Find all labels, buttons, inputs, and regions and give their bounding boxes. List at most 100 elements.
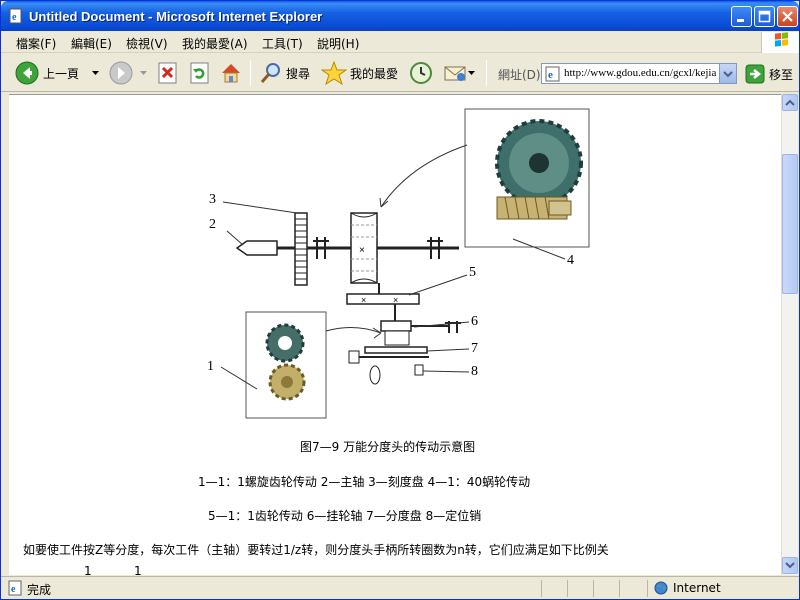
back-label: 上一頁 — [43, 66, 80, 81]
menu-tools[interactable]: 工具(T) — [262, 35, 303, 52]
menu-view[interactable]: 檢視(V) — [126, 35, 168, 52]
worm-wheel-image — [495, 119, 583, 220]
search-button[interactable]: 搜尋 — [259, 59, 310, 87]
fraction-numerator-2: 1 — [134, 564, 142, 575]
page-done-icon: e — [8, 580, 22, 596]
mail-icon — [444, 66, 466, 81]
chevron-down-icon — [723, 71, 733, 78]
part-label-7: 7 — [471, 341, 478, 356]
close-button[interactable] — [777, 6, 798, 27]
menu-edit[interactable]: 編輯(E) — [71, 35, 112, 52]
svg-text:×: × — [393, 295, 398, 305]
locating-pin — [414, 364, 424, 376]
favorites-label: 我的最愛 — [350, 66, 399, 81]
search-icon — [260, 63, 280, 83]
body-paragraph: 如要使工件按Z等分度，每次工件（主轴）要转过1/z转，则分度头手柄所转圈数为n转… — [23, 543, 609, 557]
part-label-1: 1 — [207, 359, 214, 374]
scroll-down-button[interactable] — [782, 557, 798, 574]
vertical-scrollbar[interactable] — [781, 94, 798, 575]
forward-button[interactable] — [109, 59, 151, 87]
go-button[interactable]: 移至 — [745, 63, 793, 85]
fraction-numerator-1: 1 — [84, 564, 92, 575]
refresh-button[interactable] — [189, 59, 211, 87]
maximize-icon — [758, 10, 771, 23]
star-icon — [321, 61, 347, 85]
status-divider — [541, 580, 542, 597]
status-bar: e 完成 Internet — [1, 576, 799, 599]
home-button[interactable] — [219, 59, 243, 87]
address-label: 網址(D) — [498, 68, 541, 82]
refresh-icon — [190, 62, 209, 84]
back-button[interactable]: 上一頁 — [15, 59, 103, 87]
history-button[interactable] — [409, 59, 433, 87]
part-label-8: 8 — [471, 364, 478, 379]
transmission-diagram: × × × — [220, 108, 590, 419]
minimize-button[interactable] — [731, 6, 752, 27]
maximize-button[interactable] — [754, 6, 775, 27]
toolbar-separator — [486, 60, 487, 86]
title-bar[interactable]: e Untitled Document - Microsoft Internet… — [1, 1, 799, 31]
svg-text:e: e — [548, 69, 553, 81]
window-title: Untitled Document - Microsoft Internet E… — [29, 9, 323, 24]
stop-icon — [158, 62, 177, 84]
pointer-arrow — [325, 327, 382, 334]
address-dropdown-button[interactable] — [719, 64, 736, 83]
favorites-button[interactable]: 我的最愛 — [321, 59, 398, 87]
part-label-5: 5 — [469, 265, 476, 280]
menu-bar: 檔案(F) 編輯(E) 檢視(V) 我的最愛(A) 工具(T) 說明(H) — [1, 31, 799, 53]
security-zone: Internet — [673, 581, 721, 595]
part-label-6: 6 — [471, 314, 478, 329]
dropdown-arrow-icon[interactable] — [137, 68, 151, 78]
spindle-nose — [235, 240, 278, 256]
ie-page-icon: e — [545, 66, 560, 82]
crank-handle — [369, 365, 381, 385]
svg-text:×: × — [361, 295, 366, 305]
status-divider — [593, 580, 594, 597]
part-label-3: 3 — [209, 192, 216, 207]
menu-file[interactable]: 檔案(F) — [16, 35, 56, 52]
scroll-thumb[interactable] — [782, 154, 798, 294]
ie-page-icon: e — [9, 8, 22, 24]
back-arrow-icon — [15, 61, 39, 85]
windows-flag-icon — [775, 32, 788, 47]
browser-window: e Untitled Document - Microsoft Internet… — [0, 0, 800, 600]
figure-caption: 图7—9 万能分度头的传动示意图 — [300, 440, 476, 454]
svg-text:×: × — [359, 245, 365, 256]
chevron-up-icon — [785, 99, 795, 106]
forward-arrow-icon — [109, 61, 133, 85]
part-label-2: 2 — [209, 217, 216, 232]
toolbar-separator — [250, 60, 251, 86]
close-icon — [782, 11, 793, 22]
go-arrow-icon — [745, 64, 765, 84]
go-label: 移至 — [769, 67, 794, 82]
standard-toolbar: 上一頁 搜尋 我的最愛 網址(D) e http://www.gdou.edu.… — [1, 54, 799, 92]
stop-button[interactable] — [157, 59, 179, 87]
svg-text:e: e — [12, 12, 17, 23]
menu-help[interactable]: 說明(H) — [317, 35, 359, 52]
svg-text:e: e — [11, 584, 16, 595]
internet-globe-icon — [654, 581, 668, 595]
chevron-down-icon — [785, 562, 795, 569]
status-text: 完成 — [27, 583, 52, 597]
menu-favorites[interactable]: 我的最愛(A) — [182, 35, 248, 52]
bevel-gear-pair — [346, 293, 420, 305]
address-bar[interactable]: e http://www.gdou.edu.cn/gcxl/kejia — [541, 63, 737, 84]
status-divider — [567, 580, 568, 597]
figure-legend-line-1: 1—1：1螺旋齿轮传动 2—主轴 3—刻度盘 4—1：40蜗轮传动 — [198, 475, 531, 489]
mail-button[interactable] — [443, 59, 477, 87]
index-plate — [364, 346, 428, 354]
scroll-up-button[interactable] — [782, 94, 798, 111]
page-content: × × × 3 2 4 5 6 7 8 1 图7—9 万能分度头的传动示意图 1… — [9, 94, 781, 575]
address-input[interactable]: http://www.gdou.edu.cn/gcxl/kejia — [564, 67, 716, 79]
part-label-4: 4 — [567, 253, 574, 268]
pointer-arrow — [380, 144, 468, 208]
status-divider — [647, 580, 648, 597]
dropdown-arrow-icon[interactable] — [89, 68, 103, 78]
dropdown-arrow-icon[interactable] — [467, 68, 477, 78]
history-icon — [410, 62, 432, 84]
search-label: 搜尋 — [286, 66, 311, 81]
status-divider — [619, 580, 620, 597]
figure-legend-line-2: 5—1：1齿轮传动 6—挂轮轴 7—分度盘 8—定位销 — [208, 509, 482, 523]
minimize-icon — [737, 19, 744, 22]
home-icon — [222, 64, 240, 83]
